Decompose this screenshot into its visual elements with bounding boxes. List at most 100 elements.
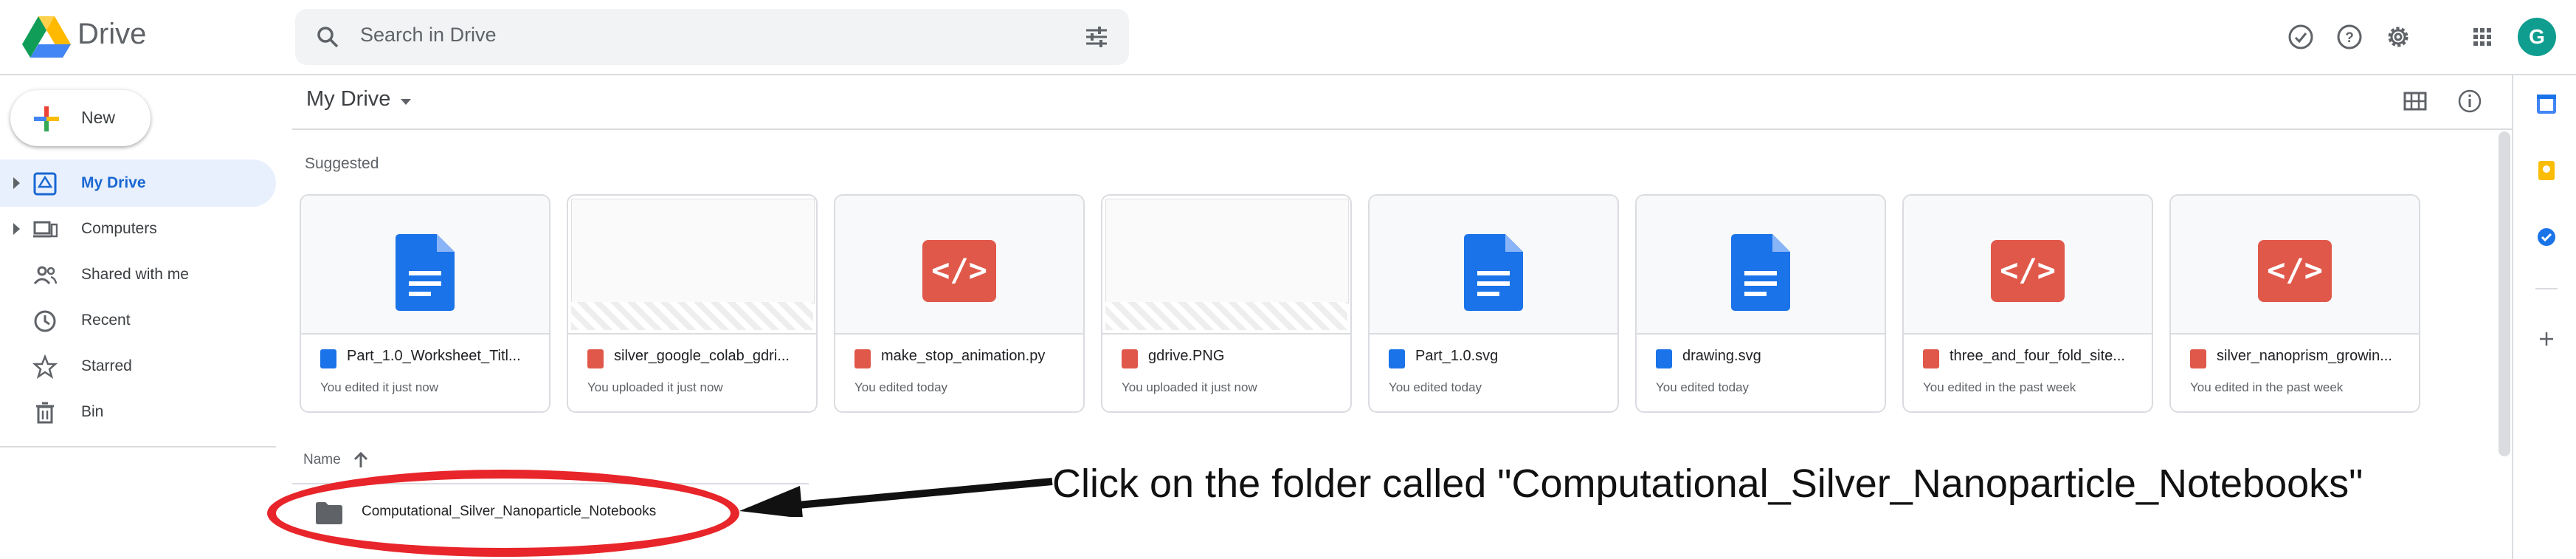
file-name: silver_nanoprism_growin... xyxy=(2217,348,2392,364)
screenshot-thumbnail xyxy=(1102,196,1350,335)
computers-icon xyxy=(33,221,58,238)
side-panel-separator xyxy=(2535,288,2558,289)
suggested-file-card[interactable]: drawing.svg You edited today xyxy=(1635,194,1886,413)
top-bar: Drive Search in Drive ? G xyxy=(0,0,2576,75)
side-panel-divider xyxy=(2512,74,2513,559)
bin-icon xyxy=(36,402,54,424)
expand-caret-icon[interactable] xyxy=(13,223,20,235)
search-input[interactable]: Search in Drive xyxy=(360,24,497,47)
info-icon[interactable] xyxy=(2457,89,2482,114)
sidebar-item-computers[interactable]: Computers xyxy=(0,205,276,253)
svg-text:?: ? xyxy=(2345,30,2354,46)
scrollbar[interactable] xyxy=(2499,131,2510,456)
sidebar-item-starred[interactable]: Starred xyxy=(0,343,276,390)
docs-file-icon xyxy=(396,234,455,311)
calendar-icon[interactable] xyxy=(2535,93,2558,115)
sidebar-item-label: Shared with me xyxy=(81,266,189,283)
suggested-file-card[interactable]: silver_google_colab_gdri... You uploaded… xyxy=(567,194,818,413)
transparency-pattern xyxy=(1105,302,1347,330)
file-name: drawing.svg xyxy=(1682,348,1761,364)
docs-file-icon xyxy=(1731,234,1790,311)
sidebar-item-label: Starred xyxy=(81,357,132,374)
code-small-icon xyxy=(1923,349,1939,368)
sidebar-item-recent[interactable]: Recent xyxy=(0,297,276,344)
instruction-annotation: Click on the folder called "Computationa… xyxy=(1052,462,2363,506)
image-small-icon xyxy=(587,349,604,368)
file-activity: You uploaded it just now xyxy=(587,380,723,394)
code-small-icon xyxy=(854,349,871,368)
apps-grid-icon[interactable] xyxy=(2468,22,2497,52)
code-file-icon: </> xyxy=(922,240,996,302)
new-button[interactable]: New xyxy=(10,90,151,146)
docs-file-icon xyxy=(1464,234,1523,311)
transparency-pattern xyxy=(571,302,813,330)
add-addon-plus-icon[interactable] xyxy=(2535,328,2558,350)
suggested-heading: Suggested xyxy=(305,155,379,172)
suggested-file-card[interactable]: gdrive.PNG You uploaded it just now xyxy=(1101,194,1352,413)
sidebar-item-label: Bin xyxy=(81,403,104,420)
file-name: Part_1.0.svg xyxy=(1415,348,1499,364)
plus-icon xyxy=(34,106,59,131)
breadcrumb[interactable]: My Drive xyxy=(306,87,390,112)
header-divider xyxy=(292,128,2513,130)
file-activity: You edited in the past week xyxy=(2190,380,2344,394)
file-activity: You edited today xyxy=(854,380,948,394)
sidebar-item-label: Computers xyxy=(81,220,157,237)
code-file-icon: </> xyxy=(1991,240,2065,302)
recent-clock-icon xyxy=(34,310,56,332)
expand-caret-icon[interactable] xyxy=(13,177,20,189)
sidebar-item-bin[interactable]: Bin xyxy=(0,388,276,436)
file-name: three_and_four_fold_site... xyxy=(1950,348,2125,364)
account-avatar[interactable]: G xyxy=(2518,18,2556,56)
suggested-file-card[interactable]: </> three_and_four_fold_site... You edit… xyxy=(1902,194,2153,413)
file-name: silver_google_colab_gdri... xyxy=(614,348,790,364)
sidebar-divider xyxy=(0,446,276,447)
suggested-file-card[interactable]: Part_1.0.svg You edited today xyxy=(1368,194,1619,413)
search-bar[interactable]: Search in Drive xyxy=(295,9,1129,65)
sidebar-item-shared-with-me[interactable]: Shared with me xyxy=(0,251,276,298)
suggested-file-card[interactable]: Part_1.0_Worksheet_Titl... You edited it… xyxy=(300,194,550,413)
name-column-header[interactable]: Name xyxy=(303,452,341,468)
annotation-arrow-icon xyxy=(739,478,1053,517)
docs-small-icon xyxy=(320,349,336,368)
file-name: gdrive.PNG xyxy=(1148,348,1225,364)
docs-small-icon xyxy=(1656,349,1672,368)
chevron-down-icon[interactable] xyxy=(401,99,411,105)
file-activity: You uploaded it just now xyxy=(1122,380,1257,394)
search-options-icon[interactable] xyxy=(1085,25,1108,49)
my-drive-icon xyxy=(33,172,57,196)
sort-ascending-arrow-icon[interactable] xyxy=(351,450,370,470)
code-file-icon: </> xyxy=(2258,240,2332,302)
file-name: make_stop_animation.py xyxy=(881,348,1046,364)
file-activity: You edited in the past week xyxy=(1923,380,2076,394)
grid-view-icon[interactable] xyxy=(2403,89,2428,114)
file-thumbnail: </> xyxy=(2171,196,2419,335)
app-title: Drive xyxy=(77,18,147,50)
keep-icon[interactable] xyxy=(2535,160,2558,182)
file-activity: You edited today xyxy=(1389,380,1482,394)
screenshot-preview xyxy=(571,199,815,303)
sidebar-item-label: My Drive xyxy=(81,174,146,191)
docs-small-icon xyxy=(1389,349,1405,368)
drive-logo-icon[interactable] xyxy=(22,16,71,58)
screenshot-thumbnail xyxy=(568,196,816,335)
search-icon[interactable] xyxy=(316,25,339,49)
new-button-label: New xyxy=(81,108,116,127)
file-activity: You edited it just now xyxy=(320,380,439,394)
file-activity: You edited today xyxy=(1656,380,1750,394)
tasks-icon[interactable] xyxy=(2535,226,2558,248)
offline-ready-icon[interactable] xyxy=(2286,22,2316,52)
suggested-file-card[interactable]: </> silver_nanoprism_growin... You edite… xyxy=(2169,194,2420,413)
shared-with-me-icon xyxy=(33,266,58,285)
file-name: Part_1.0_Worksheet_Titl... xyxy=(347,348,521,364)
highlight-ellipse xyxy=(267,470,739,557)
sidebar-item-label: Recent xyxy=(81,312,131,329)
sidebar-item-my-drive[interactable]: My Drive xyxy=(0,160,276,207)
help-icon[interactable]: ? xyxy=(2335,22,2364,52)
settings-gear-icon[interactable] xyxy=(2383,22,2413,52)
star-icon xyxy=(32,354,58,379)
suggested-file-card[interactable]: </> make_stop_animation.py You edited to… xyxy=(834,194,1085,413)
code-small-icon xyxy=(2190,349,2206,368)
image-small-icon xyxy=(1122,349,1138,368)
file-thumbnail xyxy=(1637,196,1885,335)
